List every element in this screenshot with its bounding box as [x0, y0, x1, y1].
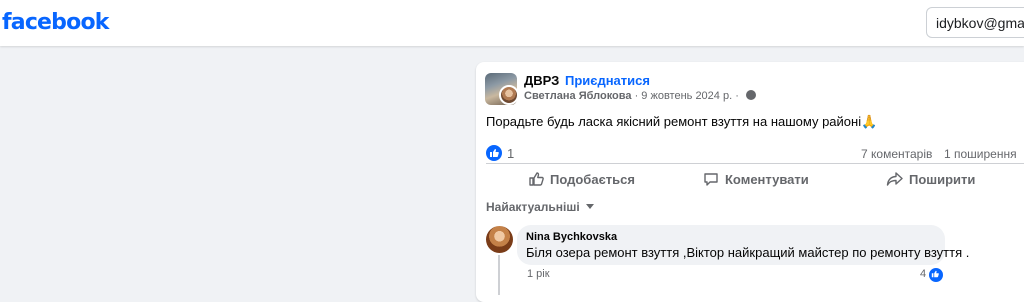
share-button[interactable]: Поширити — [886, 170, 975, 188]
comment-timestamp[interactable]: 1 рік — [527, 268, 550, 280]
separator-dot: · — [556, 73, 561, 88]
sort-label: Найактуальніші — [486, 200, 580, 214]
comment-like-icon[interactable] — [928, 267, 944, 283]
divider — [486, 163, 1024, 164]
comment-reaction-count[interactable]: 4 — [920, 268, 926, 280]
globe-icon — [745, 90, 756, 100]
group-name-link[interactable]: ДВРЗ — [524, 73, 559, 88]
like-button-label: Подобається — [550, 171, 635, 187]
reaction-count[interactable]: 1 — [507, 146, 514, 161]
comment-button-label: Коментувати — [725, 171, 809, 187]
join-group-button[interactable]: Приєднатися — [565, 73, 650, 88]
comments-count-link[interactable]: 7 коментарів — [861, 147, 932, 161]
shares-count-link[interactable]: 1 поширення — [944, 147, 1017, 161]
post-date[interactable]: · 9 жовтень 2024 р. · — [635, 90, 739, 102]
post-meta: Светлана Яблокова · 9 жовтень 2024 р. · — [524, 90, 756, 102]
email-field[interactable] — [926, 7, 1024, 38]
share-button-label: Поширити — [909, 171, 976, 187]
author-name-link[interactable]: Светлана Яблокова — [524, 90, 632, 102]
post-text: Порадьте будь ласка якісний ремонт взутт… — [486, 114, 878, 129]
comment-sort-dropdown[interactable]: Найактуальніші — [486, 200, 594, 214]
facebook-logo[interactable]: facebook — [2, 10, 109, 35]
like-reaction-icon[interactable] — [486, 145, 502, 161]
share-icon — [886, 172, 903, 186]
comment-button[interactable]: Коментувати — [703, 170, 809, 188]
thumbs-up-icon — [529, 172, 544, 186]
author-avatar[interactable] — [499, 85, 519, 105]
top-navigation-bar: facebook — [0, 0, 1024, 46]
comment-author-link[interactable]: Nina Bychkovska — [526, 231, 617, 243]
comment-text: Біля озера ремонт взуття ,Віктор найкращ… — [526, 245, 970, 260]
like-button[interactable]: Подобається — [528, 170, 635, 188]
commenter-avatar[interactable] — [486, 226, 513, 253]
chevron-down-icon — [585, 204, 594, 209]
reply-thread-line — [498, 255, 500, 295]
comment-icon — [704, 173, 718, 186]
